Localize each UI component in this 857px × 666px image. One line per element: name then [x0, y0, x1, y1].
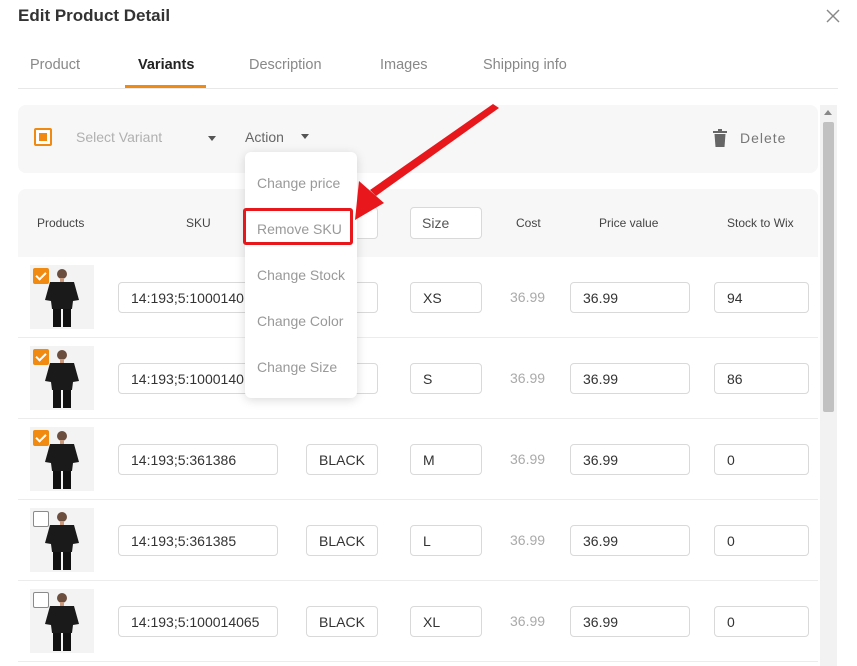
header-cost: Cost [516, 216, 541, 230]
menu-item-change-color[interactable]: Change Color [257, 313, 343, 329]
size-input[interactable]: M [410, 444, 482, 475]
table-row: 14:193;5:361386 BLACK M 36.99 36.99 0 [18, 419, 818, 500]
menu-item-change-size[interactable]: Change Size [257, 359, 337, 375]
header-price-value: Price value [599, 216, 659, 230]
tab-bar: Product Variants Description Images Ship… [18, 46, 838, 89]
chevron-down-icon [301, 134, 309, 139]
color-input[interactable]: BLACK [306, 525, 378, 556]
stock-input[interactable]: 0 [714, 444, 809, 475]
cost-value: 36.99 [510, 370, 546, 386]
cost-value: 36.99 [510, 289, 546, 305]
header-sku: SKU [186, 216, 211, 230]
header-products: Products [37, 216, 85, 230]
size-filter-input[interactable]: Size [410, 207, 482, 239]
trash-icon [713, 129, 727, 147]
menu-item-change-price[interactable]: Change price [257, 175, 340, 191]
size-input[interactable]: XS [410, 282, 482, 313]
row-checkbox[interactable] [33, 511, 49, 527]
price-input[interactable]: 36.99 [570, 606, 690, 637]
tab-shipping-info[interactable]: Shipping info [483, 57, 567, 73]
scroll-up-arrow-icon[interactable] [824, 110, 832, 115]
table-row: 14:193;5:1000140KS36.9936.9986 [18, 338, 818, 419]
color-input[interactable]: BLACK [306, 444, 378, 475]
stock-input[interactable]: 0 [714, 606, 809, 637]
color-input[interactable]: BLACK [306, 606, 378, 637]
action-dropdown[interactable]: Action [245, 129, 284, 145]
cost-value: 36.99 [510, 613, 546, 629]
scroll-thumb[interactable] [823, 122, 834, 412]
row-checkbox[interactable] [33, 430, 49, 446]
table-header: Products SKU Size Cost Price value Stock… [18, 189, 818, 257]
table-row: 14:193;5:1000140KXS36.9936.9994 [18, 257, 818, 338]
select-variant-dropdown[interactable]: Select Variant [76, 129, 162, 145]
sku-input[interactable]: 14:193;5:361385 [118, 525, 278, 556]
tab-variants[interactable]: Variants [138, 57, 194, 73]
chevron-down-icon [208, 136, 216, 141]
stock-input[interactable]: 94 [714, 282, 809, 313]
size-input[interactable]: XL [410, 606, 482, 637]
table-row: 14:193;5:361385 BLACK L 36.99 36.99 0 [18, 500, 818, 581]
table-row: 14:193;5:100014065 BLACK XL 36.99 36.99 0 [18, 581, 818, 662]
sku-input[interactable]: 14:193;5:100014065 [118, 606, 278, 637]
row-checkbox[interactable] [33, 349, 49, 365]
header-stock-to-wix: Stock to Wix [727, 216, 794, 230]
cost-value: 36.99 [510, 532, 546, 548]
page-title: Edit Product Detail [18, 6, 171, 25]
select-all-checkbox[interactable] [34, 128, 52, 146]
stock-input[interactable]: 0 [714, 525, 809, 556]
delete-label: Delete [740, 130, 787, 146]
tab-description[interactable]: Description [249, 57, 322, 73]
price-input[interactable]: 36.99 [570, 363, 690, 394]
close-icon[interactable] [823, 6, 843, 26]
tab-product[interactable]: Product [30, 57, 80, 73]
size-input[interactable]: S [410, 363, 482, 394]
tab-images[interactable]: Images [380, 57, 428, 73]
active-tab-indicator [125, 85, 206, 88]
menu-item-change-stock[interactable]: Change Stock [257, 267, 345, 283]
price-input[interactable]: 36.99 [570, 525, 690, 556]
menu-item-remove-sku[interactable]: Remove SKU [257, 221, 342, 237]
row-checkbox[interactable] [33, 592, 49, 608]
price-input[interactable]: 36.99 [570, 282, 690, 313]
action-menu: Change price Remove SKU Change Stock Cha… [245, 152, 357, 398]
price-input[interactable]: 36.99 [570, 444, 690, 475]
stock-input[interactable]: 86 [714, 363, 809, 394]
sku-input[interactable]: 14:193;5:361386 [118, 444, 278, 475]
vertical-scrollbar[interactable] [820, 105, 837, 666]
row-checkbox[interactable] [33, 268, 49, 284]
size-input[interactable]: L [410, 525, 482, 556]
variants-table: Products SKU Size Cost Price value Stock… [18, 189, 818, 666]
variant-toolbar: Select Variant Action Delete [18, 105, 818, 173]
cost-value: 36.99 [510, 451, 546, 467]
